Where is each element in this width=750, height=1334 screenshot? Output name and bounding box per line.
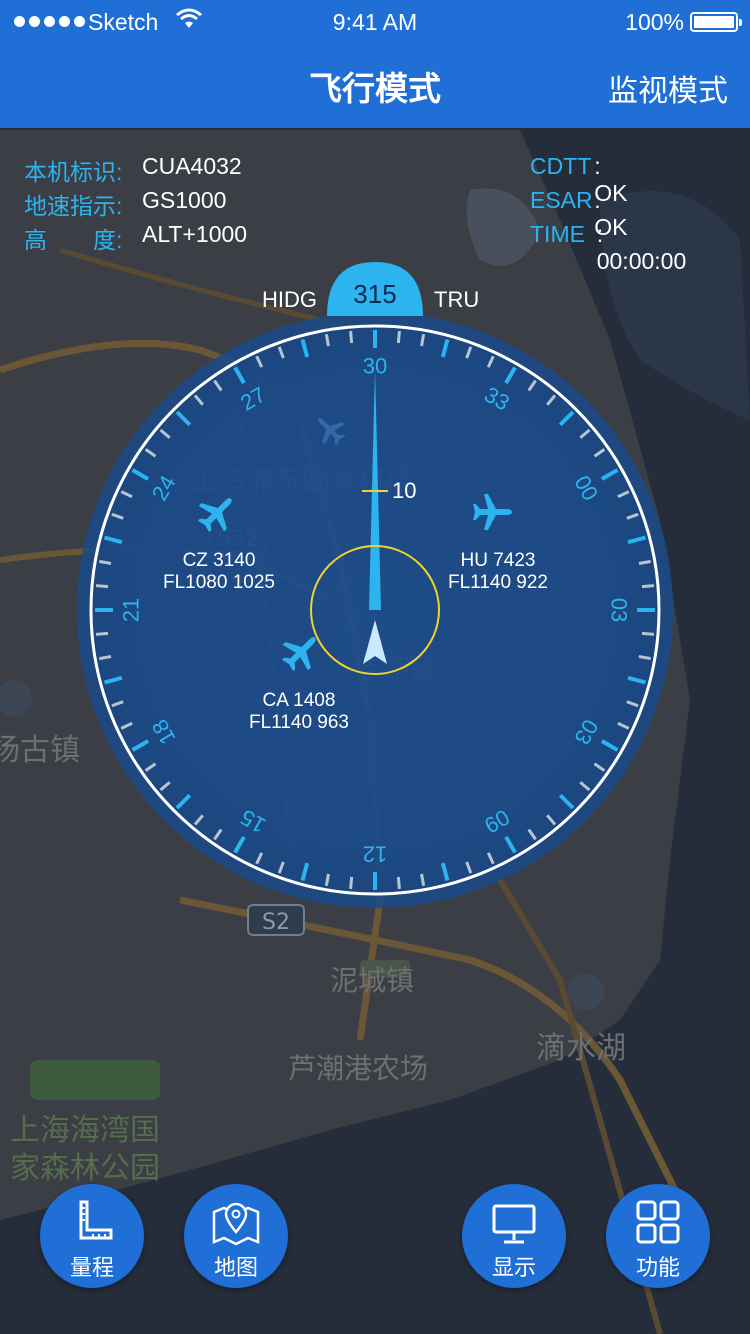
function-button-label: 功能 <box>635 1256 680 1281</box>
map-button-label: 地图 <box>213 1256 258 1281</box>
info-label: 地速指示: <box>24 193 123 219</box>
map-label-nicheng: 泥城镇 <box>330 964 414 997</box>
map-label-airport: 上海浦东国际机场 <box>190 464 414 497</box>
grid-icon <box>636 1200 680 1244</box>
map-label-s2: S2 <box>262 910 290 935</box>
display-button[interactable]: 显示 <box>462 1184 566 1288</box>
map-label-dishui: 滴水湖 <box>536 1031 626 1066</box>
function-button[interactable]: 功能 <box>606 1184 710 1288</box>
map-label-wanxiang: 万祥镇 <box>296 804 380 837</box>
range-button-label: 量程 <box>69 1256 114 1281</box>
nav-header: Sketch 9:41 AM 100% 飞行模式 监视模式 <box>0 0 750 128</box>
map-label-forest-1: 上海海湾国 <box>10 1113 160 1148</box>
battery-icon <box>690 12 742 32</box>
info-label: TIME <box>530 221 585 247</box>
display-button-label: 显示 <box>491 1256 536 1281</box>
info-row-speed: 地速指示: GS1000 <box>24 187 226 221</box>
status-bar: Sketch 9:41 AM 100% <box>0 0 750 44</box>
map-label-forest-2: 家森林公园 <box>10 1151 160 1186</box>
map-label-luchao: 芦潮港农场 <box>288 1052 428 1085</box>
info-row-altitude: 高 度: ALT+1000 <box>24 221 247 255</box>
info-value: ALT+1000 <box>142 221 248 247</box>
map-label-town-left: 杨古镇 <box>0 733 80 768</box>
range-button[interactable]: 量程 <box>40 1184 144 1288</box>
map-pin-icon <box>212 1202 260 1246</box>
map-label-s32: S32 <box>217 527 259 552</box>
monitor-mode-button[interactable]: 监视模式 <box>608 66 728 110</box>
info-label: 高 度: <box>24 227 123 253</box>
monitor-icon <box>492 1204 536 1244</box>
info-value: GS1000 <box>142 187 227 213</box>
info-label: 本机标识: <box>24 159 123 185</box>
info-row-time: TIME : 00:00:00 <box>530 221 692 275</box>
battery-percent: 100% <box>625 9 684 35</box>
info-row-id: 本机标识: CUA4032 <box>24 153 242 187</box>
map-label-laogang: 老港镇 <box>352 652 436 685</box>
ruler-icon <box>79 1200 113 1240</box>
info-value: CUA4032 <box>142 153 242 179</box>
info-value: : 00:00:00 <box>596 221 687 274</box>
map-button[interactable]: 地图 <box>184 1184 288 1288</box>
